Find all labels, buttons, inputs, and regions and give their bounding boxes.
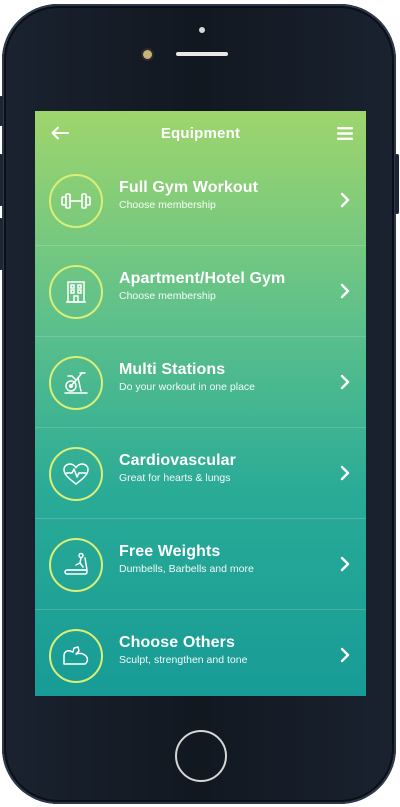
item-label: Apartment/Hotel Gym — [119, 270, 286, 287]
item-label: Choose Others — [119, 634, 235, 651]
list-item-full-gym-workout[interactable]: Full Gym Workout Choose membership — [35, 155, 366, 246]
app-header: Equipment — [35, 111, 366, 155]
list-item-choose-others[interactable]: Choose Others Sculpt, strengthen and ton… — [35, 610, 366, 696]
list-item-cardiovascular[interactable]: Cardiovascular Great for hearts & lungs — [35, 428, 366, 519]
item-texts: Cardiovascular Great for hearts & lungs — [119, 452, 236, 484]
home-button[interactable] — [175, 730, 227, 782]
hamburger-menu-icon — [337, 126, 353, 140]
heart-pulse-icon — [63, 463, 89, 485]
arrow-left-icon — [51, 126, 69, 140]
volume-down-button — [0, 218, 3, 270]
item-texts: Choose Others Sculpt, strengthen and ton… — [119, 634, 247, 666]
item-subtitle: Choose membership — [119, 199, 216, 211]
item-icon-badge — [49, 447, 103, 501]
chevron-right-icon — [338, 463, 352, 483]
item-icon-badge — [49, 356, 103, 410]
list-item-multi-stations[interactable]: Multi Stations Do your workout in one pl… — [35, 337, 366, 428]
mute-switch — [0, 96, 3, 126]
list-item-free-weights[interactable]: Free Weights Dumbells, Barbells and more — [35, 519, 366, 610]
item-icon-badge — [49, 265, 103, 319]
item-icon-badge — [49, 629, 103, 683]
building-icon — [66, 281, 86, 303]
item-icon-badge — [49, 174, 103, 228]
chevron-right-icon — [338, 190, 352, 210]
app-screen: Equipment Full Gym Workout Choose member… — [35, 111, 366, 696]
treadmill-icon — [64, 552, 88, 575]
chevron-right-icon — [338, 645, 352, 665]
back-button[interactable] — [49, 123, 71, 143]
dumbbell-icon — [61, 193, 91, 209]
earpiece-speaker — [176, 52, 228, 56]
item-texts: Multi Stations Do your workout in one pl… — [119, 361, 255, 393]
chevron-right-icon — [338, 554, 352, 574]
item-texts: Full Gym Workout Choose membership — [119, 179, 258, 211]
menu-button[interactable] — [334, 123, 356, 143]
item-subtitle: Do your workout in one place — [119, 381, 255, 393]
item-subtitle: Choose membership — [119, 290, 216, 302]
item-subtitle: Sculpt, strengthen and tone — [119, 654, 248, 666]
exercise-bike-icon — [64, 372, 88, 394]
front-camera — [143, 50, 152, 59]
item-label: Cardiovascular — [119, 452, 237, 469]
volume-up-button — [0, 154, 3, 206]
chevron-right-icon — [338, 372, 352, 392]
flexed-arm-icon — [63, 646, 89, 665]
list-item-apartment-hotel-gym[interactable]: Apartment/Hotel Gym Choose membership — [35, 246, 366, 337]
item-texts: Free Weights Dumbells, Barbells and more — [119, 543, 254, 575]
item-label: Free Weights — [119, 543, 221, 560]
equipment-list: Full Gym Workout Choose membership Apart… — [35, 155, 366, 696]
item-icon-badge — [49, 538, 103, 592]
item-subtitle: Dumbells, Barbells and more — [119, 563, 254, 575]
proximity-sensor — [199, 27, 205, 33]
item-subtitle: Great for hearts & lungs — [119, 472, 231, 484]
page-title: Equipment — [160, 124, 241, 142]
item-texts: Apartment/Hotel Gym Choose membership — [119, 270, 285, 302]
item-label: Multi Stations — [119, 361, 226, 378]
power-button — [395, 154, 399, 214]
item-label: Full Gym Workout — [119, 179, 259, 196]
chevron-right-icon — [338, 281, 352, 301]
